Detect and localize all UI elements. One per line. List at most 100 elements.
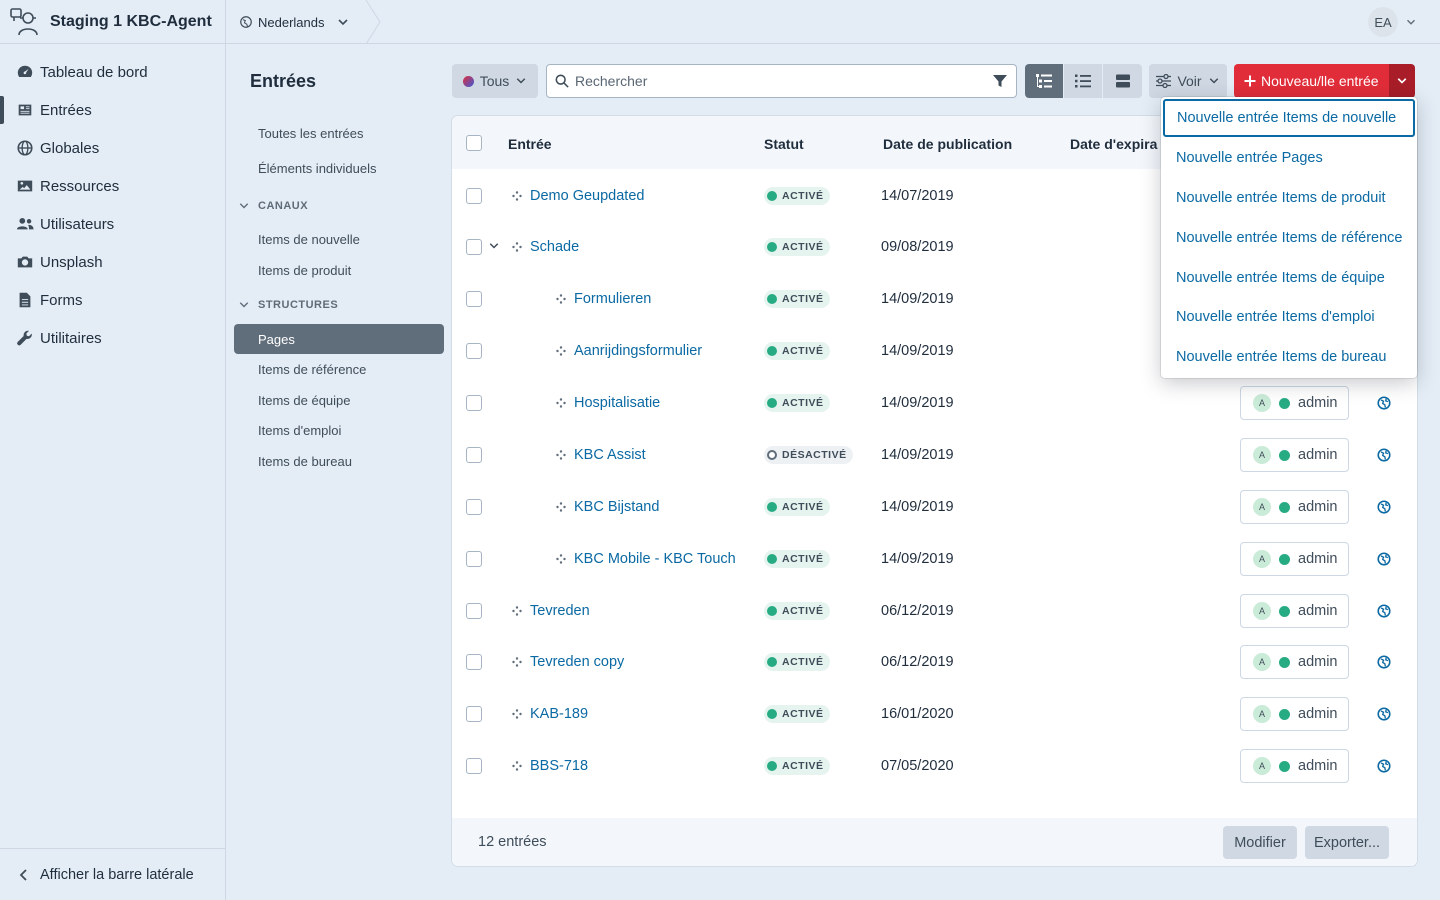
drag-handle-icon[interactable] <box>512 761 522 771</box>
author-chip[interactable]: Aadmin <box>1240 645 1349 679</box>
globe-link-icon[interactable] <box>1377 448 1391 462</box>
entry-title-link[interactable]: Demo Geupdated <box>530 170 644 222</box>
site-filter-button[interactable]: Tous <box>452 64 538 98</box>
export-button[interactable]: Exporter... <box>1305 826 1389 859</box>
source-office-items[interactable]: Items de bureau <box>234 446 444 476</box>
table-row[interactable]: KAB-189 ACTIVÉ 16/01/2020 Aadmin <box>452 688 1417 740</box>
globe-link-icon[interactable] <box>1377 552 1391 566</box>
globe-link-icon[interactable] <box>1377 396 1391 410</box>
table-row[interactable]: KBC Assist DÉSACTIVÉ 14/09/2019 Aadmin <box>452 429 1417 481</box>
structure-view-button[interactable] <box>1025 64 1064 98</box>
drag-handle-icon[interactable] <box>556 450 566 460</box>
globe-link-icon[interactable] <box>1377 655 1391 669</box>
menu-item-new-office-item[interactable]: Nouvelle entrée Items de bureau <box>1161 337 1417 377</box>
drag-handle-icon[interactable] <box>512 242 522 252</box>
globe-link-icon[interactable] <box>1377 604 1391 618</box>
drag-handle-icon[interactable] <box>512 657 522 667</box>
sidebar-toggle-button[interactable]: Afficher la barre latérale <box>0 848 225 900</box>
column-status[interactable]: Statut <box>764 136 804 152</box>
entry-title-link[interactable]: Hospitalisatie <box>574 377 660 429</box>
entry-title-link[interactable]: KBC Bijstand <box>574 481 659 533</box>
nav-forms[interactable]: Forms <box>0 284 225 316</box>
view-options-button[interactable]: Voir <box>1149 64 1227 98</box>
row-checkbox[interactable] <box>466 395 482 411</box>
nav-unsplash[interactable]: Unsplash <box>0 246 225 278</box>
source-all-entries[interactable]: Toutes les entrées <box>234 118 444 148</box>
column-expiry-date[interactable]: Date d'expira <box>1070 136 1157 152</box>
row-checkbox[interactable] <box>466 758 482 774</box>
author-chip[interactable]: Aadmin <box>1240 749 1349 783</box>
search-input[interactable] <box>575 73 986 89</box>
drag-handle-icon[interactable] <box>512 606 522 616</box>
row-checkbox[interactable] <box>466 447 482 463</box>
entry-title-link[interactable]: Formulieren <box>574 273 651 325</box>
nav-globals[interactable]: Globales <box>0 132 225 164</box>
author-chip[interactable]: Aadmin <box>1240 490 1349 524</box>
nav-assets[interactable]: Ressources <box>0 170 225 202</box>
menu-item-new-reference-item[interactable]: Nouvelle entrée Items de référence <box>1161 218 1417 258</box>
drag-handle-icon[interactable] <box>556 554 566 564</box>
menu-item-new-product-item[interactable]: Nouvelle entrée Items de produit <box>1161 178 1417 218</box>
row-checkbox[interactable] <box>466 499 482 515</box>
drag-handle-icon[interactable] <box>512 709 522 719</box>
modify-button[interactable]: Modifier <box>1223 826 1297 859</box>
menu-item-new-job-item[interactable]: Nouvelle entrée Items d'emploi <box>1161 297 1417 337</box>
author-chip[interactable]: Aadmin <box>1240 386 1349 420</box>
nav-users[interactable]: Utilisateurs <box>0 208 225 240</box>
row-checkbox[interactable] <box>466 239 482 255</box>
globe-link-icon[interactable] <box>1377 759 1391 773</box>
globe-link-icon[interactable] <box>1377 707 1391 721</box>
entry-title-link[interactable]: Aanrijdingsformulier <box>574 325 702 377</box>
author-chip[interactable]: Aadmin <box>1240 697 1349 731</box>
nav-entries[interactable]: Entrées <box>0 94 225 126</box>
source-news-items[interactable]: Items de nouvelle <box>234 224 444 254</box>
entry-title-link[interactable]: KBC Mobile - KBC Touch <box>574 533 736 585</box>
new-entry-menu-toggle[interactable] <box>1388 64 1415 98</box>
nav-utilities[interactable]: Utilitaires <box>0 322 225 354</box>
row-checkbox[interactable] <box>466 188 482 204</box>
expand-toggle-icon[interactable] <box>488 240 500 252</box>
menu-item-new-news-item[interactable]: Nouvelle entrée Items de nouvelle <box>1163 99 1415 137</box>
account-menu[interactable]: EA <box>1368 7 1418 37</box>
row-checkbox[interactable] <box>466 343 482 359</box>
source-team-items[interactable]: Items de équipe <box>234 385 444 415</box>
row-checkbox[interactable] <box>466 603 482 619</box>
drag-handle-icon[interactable] <box>556 346 566 356</box>
table-row[interactable]: KBC Mobile - KBC Touch ACTIVÉ 14/09/2019 Aa… <box>452 533 1417 585</box>
channels-heading[interactable]: CANAUX <box>238 200 308 212</box>
author-chip[interactable]: Aadmin <box>1240 438 1349 472</box>
column-entry[interactable]: Entrée <box>508 136 552 152</box>
structures-heading[interactable]: STRUCTURES <box>238 299 338 311</box>
filter-icon[interactable] <box>992 73 1008 89</box>
source-product-items[interactable]: Items de produit <box>234 255 444 285</box>
row-checkbox[interactable] <box>466 654 482 670</box>
table-row[interactable]: KBC Bijstand ACTIVÉ 14/09/2019 Aadmin <box>452 481 1417 533</box>
source-job-items[interactable]: Items d'emploi <box>234 415 444 445</box>
source-pages[interactable]: Pages <box>234 324 444 354</box>
table-row[interactable]: Tevreden ACTIVÉ 06/12/2019 Aadmin <box>452 585 1417 637</box>
site-switcher[interactable]: Staging 1 KBC-Agent <box>0 0 226 44</box>
entry-title-link[interactable]: Tevreden <box>530 585 590 637</box>
drag-handle-icon[interactable] <box>512 191 522 201</box>
select-all-checkbox[interactable] <box>466 135 482 151</box>
globe-link-icon[interactable] <box>1377 500 1391 514</box>
menu-item-new-page[interactable]: Nouvelle entrée Pages <box>1161 138 1417 178</box>
row-checkbox[interactable] <box>466 551 482 567</box>
drag-handle-icon[interactable] <box>556 502 566 512</box>
entry-title-link[interactable]: Tevreden copy <box>530 636 624 688</box>
author-chip[interactable]: Aadmin <box>1240 594 1349 628</box>
language-switcher[interactable]: Nederlands <box>240 0 351 44</box>
drag-handle-icon[interactable] <box>556 294 566 304</box>
nav-dashboard[interactable]: Tableau de bord <box>0 56 225 88</box>
column-post-date[interactable]: Date de publication <box>883 136 1012 152</box>
new-entry-button[interactable]: Nouveau/lle entrée <box>1234 64 1389 98</box>
author-chip[interactable]: Aadmin <box>1240 542 1349 576</box>
row-checkbox[interactable] <box>466 706 482 722</box>
entry-title-link[interactable]: BBS-718 <box>530 740 588 792</box>
source-reference-items[interactable]: Items de référence <box>234 354 444 384</box>
row-checkbox[interactable] <box>466 291 482 307</box>
menu-item-new-team-item[interactable]: Nouvelle entrée Items de équipe <box>1161 258 1417 298</box>
entry-title-link[interactable]: Schade <box>530 221 579 273</box>
drag-handle-icon[interactable] <box>556 398 566 408</box>
entry-title-link[interactable]: KBC Assist <box>574 429 646 481</box>
